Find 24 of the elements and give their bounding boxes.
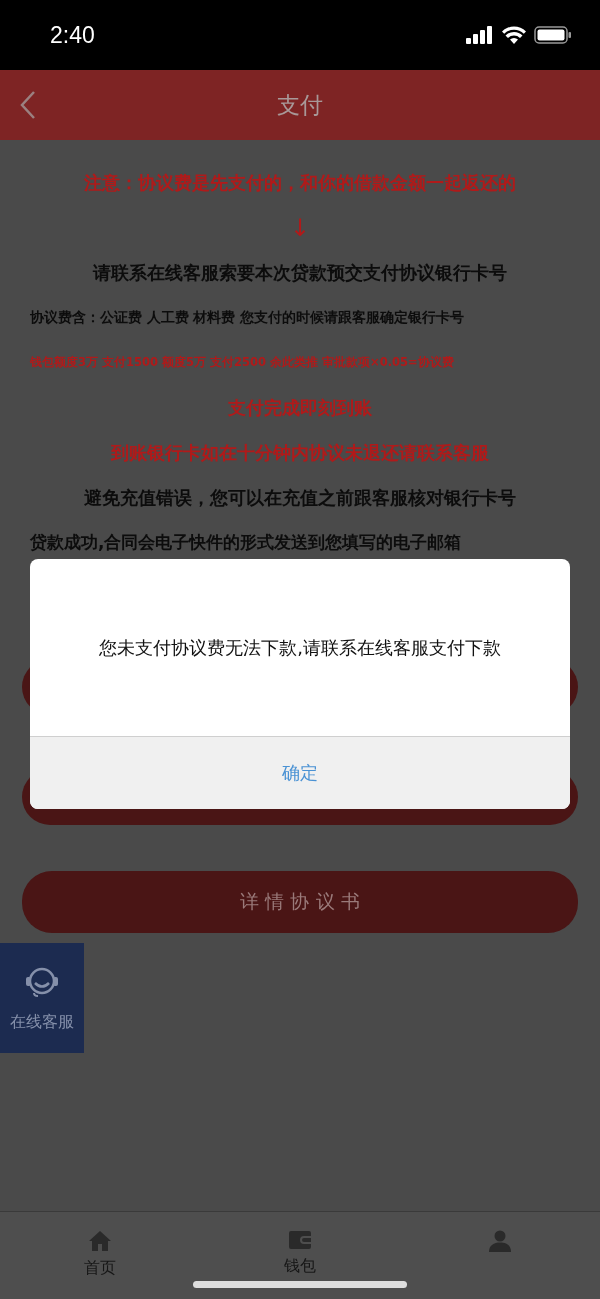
notice-text: 请联系在线客服索要本次贷款预交支付协议银行卡号 [93, 260, 507, 285]
notice-text: 注意：协议费是先支付的，和你的借款金额一起返还的 [84, 170, 516, 195]
notice-text: 贷款成功,合同会电子快件的形式发送到您填写的电子邮箱 [30, 531, 462, 554]
notice-text: ↓ [289, 213, 311, 242]
notice-text: 到账银行卡如在十分钟内协议未退还请联系客服 [111, 440, 489, 465]
signal-icon [466, 26, 494, 44]
page-title: 支付 [277, 90, 323, 120]
user-icon [488, 1230, 512, 1252]
notice-text: 避免充值错误，您可以在充值之前跟客服核对银行卡号 [84, 485, 516, 510]
notice-text: 钱包额度3万 支付1500 额度5万 支付2500 余此类推 审批款项×0.05=协议费 [30, 355, 454, 370]
home-icon [88, 1230, 112, 1252]
confirm-button[interactable]: 确定 [30, 737, 570, 809]
notice-text: 支付完成即刻到账 [228, 395, 372, 420]
tab-item[interactable]: 首页 [40, 1230, 160, 1279]
notice-text: 协议费含：公证费 人工费 材料费 您支付的时候请跟客服确定银行卡号 [30, 308, 465, 327]
service-button[interactable]: 在线客服 [0, 943, 84, 1053]
tab-item[interactable]: 钱包 [240, 1230, 360, 1277]
status-time: 2:40 [50, 21, 95, 49]
battery-icon [534, 26, 572, 44]
agreement-button[interactable]: 详 情 协 议 书 [22, 871, 578, 933]
back-icon[interactable] [20, 90, 36, 120]
wifi-icon [502, 26, 526, 44]
wallet-icon [288, 1230, 312, 1250]
dialog-message: 您未支付协议费无法下款,请联系在线客服支付下款 [99, 635, 501, 660]
